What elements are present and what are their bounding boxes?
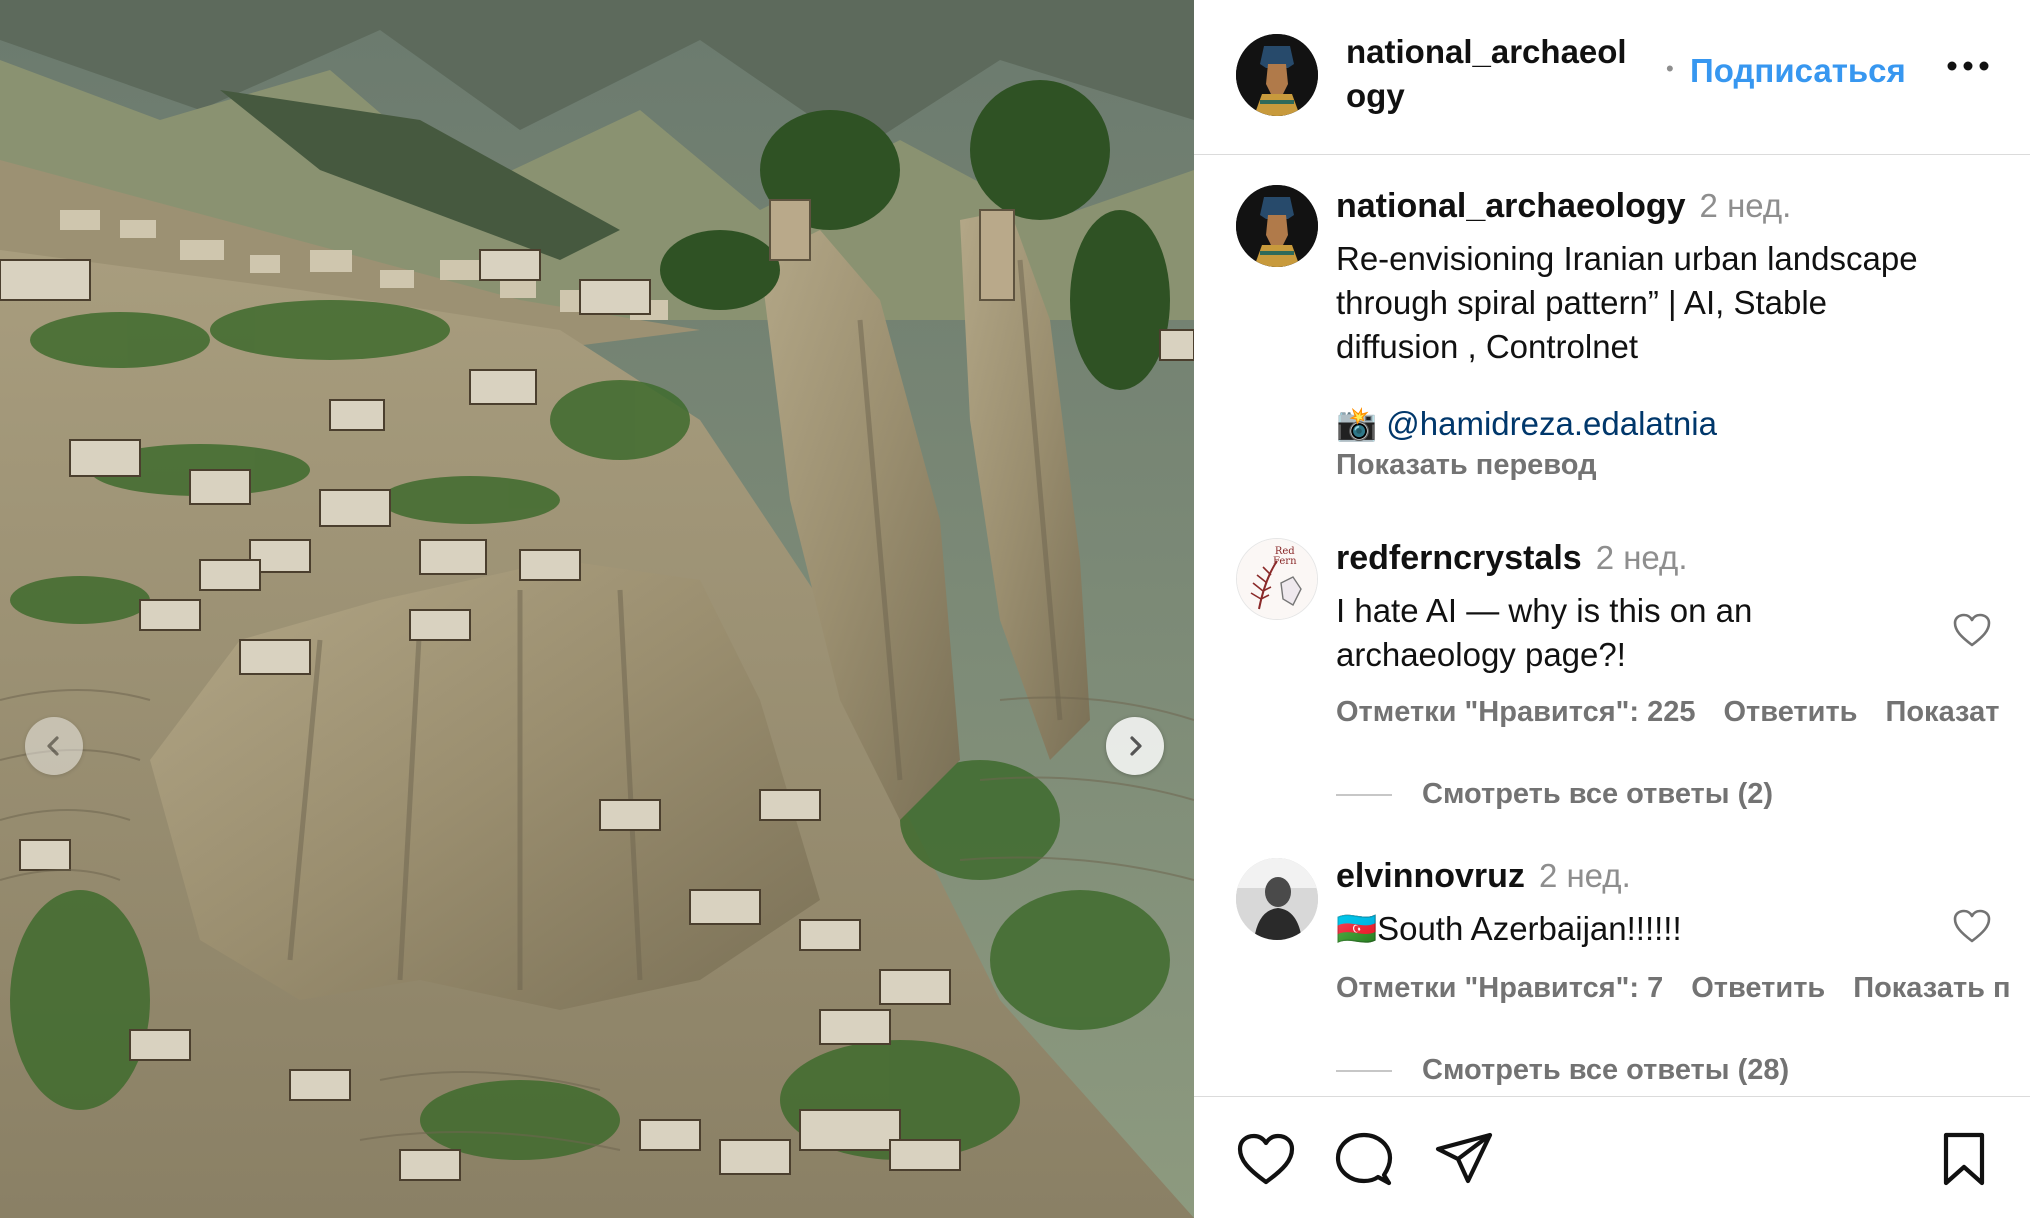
mention-link[interactable]: @hamidreza.edalatnia [1386,405,1717,442]
replies-divider [1336,794,1392,797]
comment-icon[interactable] [1334,1131,1394,1187]
bookmark-icon[interactable] [1934,1131,1994,1187]
avatar[interactable] [1236,34,1318,116]
comment-text-line: I hate AI — why is this on an [1336,592,1753,629]
azerbaijan-flag-emoji-icon: 🇦🇿 [1336,910,1378,947]
comment-username[interactable]: redferncrystals [1336,539,1582,577]
comment-text: 🇦🇿South Azerbaijan!!!!!! [1336,907,1996,951]
caption-text: Re-envisioning Iranian urban landscape t… [1336,237,1996,369]
caption-mention-line: 📸 @hamidreza.edalatnia [1336,405,1717,444]
header-username-line2[interactable]: ogy [1346,77,1405,114]
post-image[interactable] [0,0,1194,1218]
separator-dot: • [1666,56,1674,81]
caption-time[interactable]: 2 нед. [1700,187,1792,224]
comment-time[interactable]: 2 нед. [1539,857,1631,894]
view-replies-button[interactable]: Смотреть все ответы (2) [1336,778,1773,811]
comment-text-line: South Azerbaijan!!!!!! [1377,910,1682,947]
header-username-line1[interactable]: national_archaeol [1346,33,1627,70]
avatar-logo-text-line: Fern [1273,556,1297,567]
post-side-panel: national_archaeol ogy • Подписаться nati… [1194,0,2030,1218]
post-action-bar [1194,1096,2030,1218]
share-icon[interactable] [1434,1131,1494,1187]
comment-likes-count[interactable]: Отметки "Нравится": 225 [1336,696,1695,728]
user-photo-avatar-icon [1236,858,1318,940]
follow-button[interactable]: Подписаться [1690,52,1906,90]
heart-icon[interactable] [1236,1131,1296,1187]
more-horizontal-icon[interactable] [1944,58,1992,74]
like-comment-heart-icon[interactable] [1952,908,1992,944]
nefertiti-bust-avatar-icon [1236,185,1318,267]
like-comment-heart-icon[interactable] [1952,612,1992,648]
caption-text-line: Re-envisioning Iranian urban landscape [1336,240,1918,277]
chevron-left-icon [47,736,59,756]
comment-meta-row: Отметки "Нравится": 7 Ответить Показать п [1336,972,2030,1005]
replies-divider [1336,1070,1392,1073]
show-translation-button[interactable]: Показать п [1853,972,2010,1004]
post-header: national_archaeol ogy • Подписаться [1194,0,2030,155]
reply-button[interactable]: Ответить [1691,972,1825,1004]
caption: national_archaeology 2 нед. Re-envisionin… [1336,182,1996,369]
view-replies-label[interactable]: Смотреть все ответы (28) [1422,1054,1789,1086]
view-replies-button[interactable]: Смотреть все ответы (28) [1336,1054,1789,1087]
camera-flash-emoji-icon: 📸 [1336,405,1378,442]
comment-time[interactable]: 2 нед. [1596,539,1688,576]
previous-image-button[interactable] [25,717,83,775]
landscape-illustration [0,0,1194,1218]
comment-meta-row: Отметки "Нравится": 225 Ответить Показат [1336,696,2027,729]
avatar-logo-text: Red Fern [1273,547,1297,567]
caption-text-line: through spiral pattern” | AI, Stable [1336,284,1828,321]
comment-text: I hate AI — why is this on an archaeolog… [1336,589,1996,677]
header-username[interactable]: national_archaeol ogy [1346,30,1656,118]
comment-username[interactable]: elvinnovruz [1336,857,1525,895]
reply-button[interactable]: Ответить [1723,696,1857,728]
comment-likes-count[interactable]: Отметки "Нравится": 7 [1336,972,1663,1004]
comment-avatar[interactable] [1236,858,1318,940]
nefertiti-bust-avatar-icon [1236,34,1318,116]
caption-username[interactable]: national_archaeology [1336,187,1686,225]
view-replies-label[interactable]: Смотреть все ответы (2) [1422,778,1773,810]
show-translation-link[interactable]: Показать перевод [1336,449,1596,482]
comment-avatar[interactable]: Red Fern [1236,538,1318,620]
show-translation-button[interactable]: Показат [1886,696,2000,728]
next-image-button[interactable] [1106,717,1164,775]
comment-text-line: archaeology page?! [1336,636,1626,673]
caption-text-line: diffusion , Controlnet [1336,328,1639,365]
comment: redferncrystals 2 нед. I hate AI — why is… [1336,534,1996,677]
caption-avatar[interactable] [1236,185,1318,267]
chevron-right-icon [1130,736,1142,756]
comment: elvinnovruz 2 нед. 🇦🇿South Azerbaijan!!!!… [1336,852,1996,951]
